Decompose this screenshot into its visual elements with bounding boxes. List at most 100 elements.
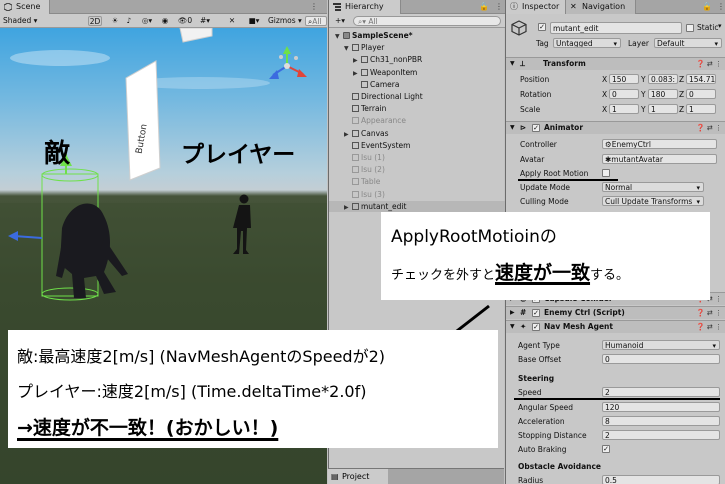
rotation-z-field[interactable]: 0 (686, 89, 716, 99)
base-offset-field[interactable]: 0 (602, 354, 720, 364)
apply-root-motion-checkbox[interactable] (602, 169, 610, 177)
static-checkbox[interactable] (686, 24, 694, 32)
hierarchy-item[interactable]: Terrain (329, 103, 505, 114)
culling-mode-dropdown[interactable]: Cull Update Transforms (602, 196, 704, 206)
transform-header[interactable]: ▼ ⟂ Transform ❓ ⇄ ⋮ (506, 57, 725, 70)
hierarchy-item[interactable]: Directional Light (329, 91, 505, 102)
effects-icon[interactable]: ◎▾ (140, 16, 154, 26)
hierarchy-item[interactable]: ▶ Canvas (329, 128, 505, 139)
component-menu-icons[interactable]: ❓ ⇄ ⋮ (696, 307, 722, 319)
inspector-kebab-icon[interactable]: ⋮ (717, 2, 725, 11)
enemy-ctrl-header[interactable]: ▶ # ✓ Enemy Ctrl (Script) ❓ ⇄ ⋮ (506, 306, 725, 319)
hierarchy-item[interactable]: Isu (3) (329, 189, 505, 200)
lighting-icon[interactable]: ☀ (110, 16, 120, 26)
layer-dropdown[interactable]: Default (654, 38, 722, 48)
inspector-lock-icon[interactable]: 🔒 (702, 2, 712, 11)
tab-navigation[interactable]: ✕ Navigation (566, 0, 636, 14)
hidden-objects-icon[interactable]: ◉ (158, 16, 172, 26)
hierarchy-lock-icon[interactable]: 🔒 (479, 2, 489, 11)
hierarchy-item-label: Isu (3) (361, 189, 385, 199)
controller-field[interactable]: ⚙EnemyCtrl (602, 139, 717, 149)
position-z-field[interactable]: 154.71 (686, 74, 716, 84)
hierarchy-item-label: WeaponItem (370, 67, 418, 77)
tab-project[interactable]: ▤ Project (328, 469, 388, 484)
component-menu-icons[interactable]: ❓ ⇄ ⋮ (696, 321, 722, 333)
scene-search-field[interactable]: ⌕All (305, 16, 327, 26)
auto-braking-checkbox[interactable]: ✓ (602, 445, 610, 453)
component-menu-icons[interactable]: ❓ ⇄ ⋮ (696, 122, 722, 134)
avatar-field[interactable]: ✱mutantAvatar (602, 154, 717, 164)
hierarchy-item[interactable]: EventSystem (329, 140, 505, 151)
object-name-field[interactable]: mutant_edit (550, 22, 682, 34)
callout-bottom-line1: 敵:最高速度2[m/s] (NavMeshAgentのSpeedが2) (17, 347, 386, 366)
gizmos-dropdown[interactable]: Gizmos ▾ (268, 16, 302, 26)
navigation-tab-label: Navigation (582, 2, 626, 11)
orientation-gizmo-icon[interactable] (269, 46, 307, 79)
expanded-arrow-icon[interactable]: ▼ (344, 43, 352, 54)
collapsed-arrow-icon[interactable]: ▶ (344, 202, 352, 213)
update-mode-dropdown[interactable]: Normal (602, 182, 704, 192)
animator-enabled-checkbox[interactable]: ✓ (532, 124, 540, 132)
hierarchy-item[interactable]: Isu (1) (329, 152, 505, 163)
rotation-y-field[interactable]: 180 (648, 89, 678, 99)
callout-right-suffix: する。 (590, 268, 630, 283)
grid-icon[interactable]: #▾ (198, 16, 212, 26)
scale-x-field[interactable]: 1 (609, 104, 639, 114)
animator-header[interactable]: ▼ ⊳ ✓ Animator ❓ ⇄ ⋮ (506, 121, 725, 134)
hierarchy-item[interactable]: Appearance (329, 115, 505, 126)
collapsed-arrow-icon[interactable]: ▶ (344, 129, 352, 140)
scale-z-field[interactable]: 1 (686, 104, 716, 114)
hierarchy-item[interactable]: ▶ Ch31_nonPBR (329, 54, 505, 65)
hierarchy-item-label: Table (361, 177, 381, 187)
scale-y-field[interactable]: 1 (648, 104, 678, 114)
hierarchy-icon (333, 3, 341, 11)
static-dropdown-icon[interactable]: ▾ (718, 22, 722, 30)
position-x-field[interactable]: 150 (609, 74, 639, 84)
hierarchy-item[interactable]: ▼ SampleScene* (329, 30, 505, 41)
tag-dropdown[interactable]: Untagged (553, 38, 621, 48)
script-icon: # (520, 308, 527, 317)
speed-field[interactable]: 2 (602, 387, 720, 397)
hierarchy-item[interactable]: Camera (329, 79, 505, 90)
tab-hierarchy[interactable]: Hierarchy (329, 0, 401, 14)
component-menu-icons[interactable]: ❓ ⇄ ⋮ (696, 58, 722, 70)
nav-mesh-agent-enabled-checkbox[interactable]: ✓ (532, 323, 540, 331)
audio-icon[interactable]: ♪ (124, 16, 134, 26)
tab-scene[interactable]: Scene (0, 0, 50, 14)
radius-field[interactable]: 0.5 (602, 475, 720, 484)
y-axis-label: Y (641, 105, 646, 114)
hierarchy-item[interactable]: Isu (2) (329, 164, 505, 175)
hierarchy-item[interactable]: ▶ mutant_edit (329, 200, 505, 213)
camera-icon[interactable]: ■▾ (246, 16, 262, 26)
mode-2d-toggle[interactable]: 2D (88, 16, 102, 26)
position-y-field[interactable]: 0.083: (648, 74, 678, 84)
tools-icon[interactable]: ✕ (226, 16, 238, 26)
hierarchy-search-field[interactable]: ⌕▾ All (353, 16, 501, 26)
scene-toolbar: Shaded ▾ 2D ☀ ♪ ◎▾ ◉ 👁0 #▾ ✕ ■▾ Gizmos ▾… (0, 14, 327, 28)
unity-editor: Scene ⋮ Shaded ▾ 2D ☀ ♪ ◎▾ ◉ 👁0 #▾ ✕ ■▾ … (0, 0, 725, 484)
enemy-ctrl-enabled-checkbox[interactable]: ✓ (532, 309, 540, 317)
active-checkbox[interactable]: ✓ (538, 23, 546, 31)
hierarchy-add-button[interactable]: +▾ (332, 16, 348, 26)
hierarchy-item[interactable]: Table (329, 176, 505, 187)
shading-mode-dropdown[interactable]: Shaded ▾ (3, 16, 43, 26)
hierarchy-item[interactable]: ▶ WeaponItem (329, 67, 505, 78)
agent-type-dropdown[interactable]: Humanoid (602, 340, 720, 350)
collapse-arrow-icon: ▼ (510, 124, 515, 131)
expanded-arrow-icon[interactable]: ▼ (335, 31, 343, 42)
hierarchy-item[interactable]: ▼ Player (329, 42, 505, 53)
acceleration-field[interactable]: 8 (602, 416, 720, 426)
nav-mesh-agent-header[interactable]: ▼ ✦ ✓ Nav Mesh Agent ❓ ⇄ ⋮ (506, 320, 725, 333)
angular-speed-field[interactable]: 120 (602, 402, 720, 412)
hierarchy-item-label: Isu (1) (361, 153, 385, 162)
tab-inspector[interactable]: ⓘ Inspector (506, 0, 566, 14)
scene-icon (4, 3, 12, 11)
hierarchy-kebab-icon[interactable]: ⋮ (495, 2, 503, 11)
project-icon: ▤ (331, 472, 339, 481)
collapsed-arrow-icon[interactable]: ▶ (353, 55, 361, 66)
scene-kebab-icon[interactable]: ⋮ (310, 2, 318, 11)
rotation-x-field[interactable]: 0 (609, 89, 639, 99)
collapsed-arrow-icon[interactable]: ▶ (353, 68, 361, 79)
stopping-distance-field[interactable]: 2 (602, 430, 720, 440)
scene-visibility-icon[interactable]: 👁0 (176, 16, 194, 26)
